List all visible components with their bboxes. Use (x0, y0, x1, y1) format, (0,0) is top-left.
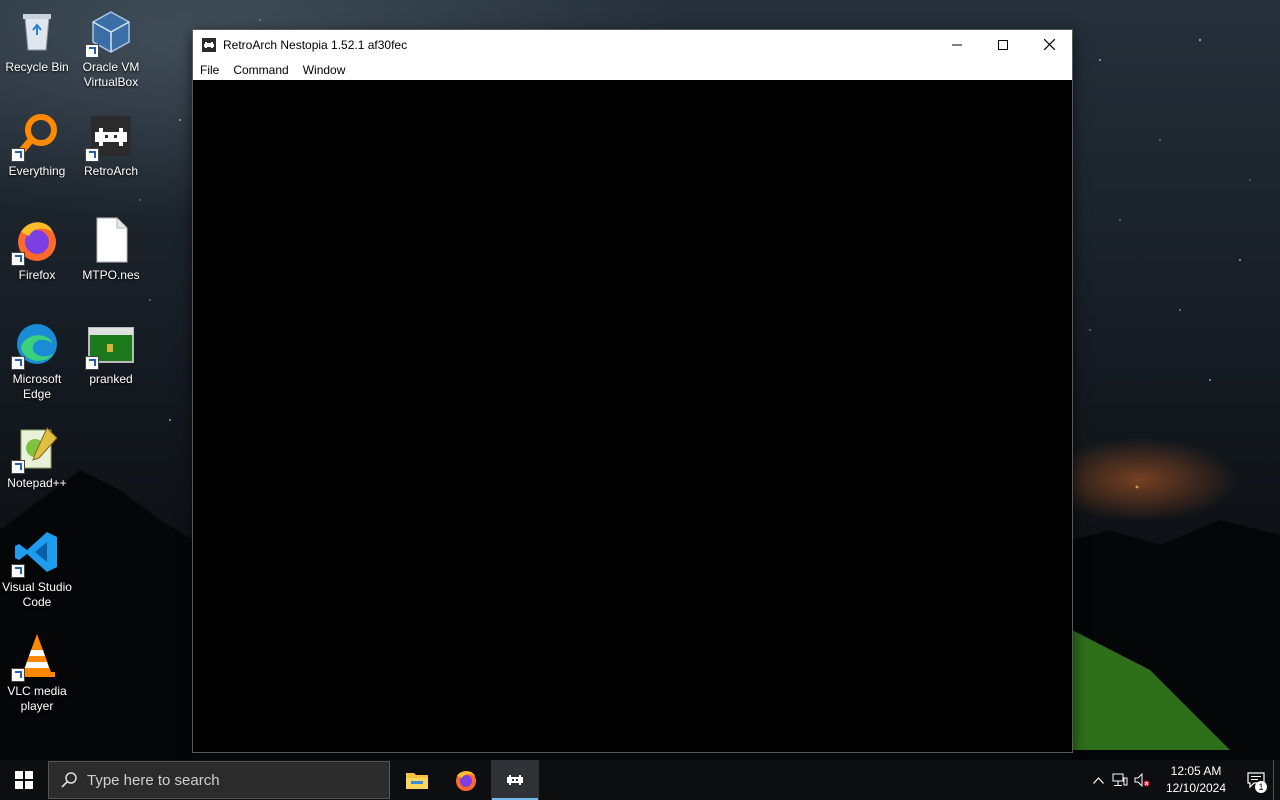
shortcut-arrow-icon (11, 356, 25, 370)
desktop-icon-label: RetroArch (83, 164, 139, 178)
virtualbox-icon (85, 8, 135, 58)
desktop-icon-virtualbox[interactable]: Oracle VM VirtualBox (74, 8, 148, 90)
retroarch-window[interactable]: RetroArch Nestopia 1.52.1 af30fec File C… (193, 30, 1072, 752)
shortcut-arrow-icon (85, 44, 99, 58)
edge-icon (11, 320, 61, 370)
notepad-plus-plus-icon (11, 424, 61, 474)
shortcut-arrow-icon (85, 148, 99, 162)
desktop-icon-label: Oracle VM VirtualBox (82, 60, 140, 89)
desktop-icon-label: MTPO.nes (82, 268, 140, 282)
clock-time: 12:05 AM (1170, 764, 1222, 778)
search-icon (61, 772, 77, 788)
desktop-icon-vlc[interactable]: VLC media player (0, 632, 74, 714)
desktop-icon-mtpo-nes[interactable]: MTPO.nes (74, 216, 148, 283)
minimize-icon (952, 44, 962, 45)
show-hidden-icons-button[interactable] (1087, 760, 1109, 800)
clock-date: 12/10/2024 (1165, 781, 1227, 795)
desktop-icon-label: Visual Studio Code (2, 580, 72, 609)
desktop-icon-retroarch[interactable]: RetroArch (74, 112, 148, 179)
shortcut-arrow-icon (85, 356, 99, 370)
emulator-viewport[interactable] (193, 80, 1072, 752)
firefox-icon (456, 771, 476, 791)
maximize-icon (998, 39, 1008, 50)
desktop-icon-vscode[interactable]: Visual Studio Code (0, 528, 74, 610)
taskbar-file-explorer[interactable] (393, 760, 441, 800)
desktop-icon-label: pranked (89, 372, 133, 386)
action-center-button[interactable]: 1 (1239, 760, 1273, 800)
retroarch-icon (202, 37, 216, 52)
taskbar-clock[interactable]: 12:05 AM 12/10/2024 (1157, 763, 1235, 797)
system-tray: 12:05 AM 12/10/2024 1 (1087, 760, 1280, 800)
desktop-icon-label: Notepad++ (7, 476, 67, 490)
window-titlebar[interactable]: RetroArch Nestopia 1.52.1 af30fec (193, 30, 1072, 59)
shortcut-arrow-icon (11, 148, 25, 162)
desktop-icon-label: VLC media player (7, 684, 67, 713)
minimize-button[interactable] (934, 30, 980, 59)
menu-file[interactable]: File (193, 63, 226, 77)
windows-logo-icon (15, 771, 33, 789)
desktop-icon-recycle-bin[interactable]: Recycle Bin (0, 8, 74, 75)
close-icon (1043, 39, 1055, 50)
chevron-up-icon (1092, 776, 1104, 784)
window-menubar: File Command Window (193, 59, 1072, 80)
desktop-icon-everything[interactable]: Everything (0, 112, 74, 179)
menu-command[interactable]: Command (226, 63, 295, 77)
desktop-icon-edge[interactable]: Microsoft Edge (0, 320, 74, 402)
shortcut-arrow-icon (11, 460, 25, 474)
recycle-bin-icon (13, 8, 61, 56)
retroarch-icon (85, 112, 135, 162)
window-title: RetroArch Nestopia 1.52.1 af30fec (223, 37, 408, 52)
everything-search-icon (11, 112, 61, 162)
desktop-icon-label: Recycle Bin (5, 60, 69, 74)
close-button[interactable] (1026, 30, 1072, 59)
search-placeholder: Type here to search (87, 771, 220, 789)
desktop-icon-firefox[interactable]: Firefox (0, 216, 74, 283)
taskbar: Type here to search 12:05 AM 12/10/2024 (0, 760, 1280, 800)
taskbar-search-box[interactable]: Type here to search (48, 761, 390, 799)
taskbar-retroarch[interactable] (491, 760, 539, 800)
taskbar-firefox[interactable] (442, 760, 490, 800)
retroarch-icon (507, 775, 523, 785)
shortcut-arrow-icon (11, 668, 25, 682)
desktop-icon-label: Firefox (18, 268, 56, 282)
firefox-icon (11, 216, 61, 266)
shortcut-arrow-icon (11, 252, 25, 266)
shortcut-arrow-icon (11, 564, 25, 578)
volume-tray-button[interactable] (1131, 760, 1153, 800)
show-desktop-button[interactable] (1273, 760, 1280, 800)
pranked-image-icon (85, 320, 135, 370)
desktop-icon-notepad-plus-plus[interactable]: Notepad++ (0, 424, 74, 491)
volume-muted-icon (1134, 773, 1150, 787)
desktop-icon-pranked[interactable]: pranked (74, 320, 148, 387)
maximize-button[interactable] (980, 30, 1026, 59)
menu-window[interactable]: Window (296, 63, 353, 77)
desktop-icon-label: Microsoft Edge (12, 372, 62, 401)
vscode-icon (11, 528, 61, 578)
start-button[interactable] (0, 760, 48, 800)
vlc-icon (11, 632, 61, 682)
file-explorer-icon (406, 773, 428, 789)
desktop-icon-label: Everything (8, 164, 66, 178)
network-tray-button[interactable] (1109, 760, 1131, 800)
file-icon (87, 216, 135, 264)
notification-count-badge: 1 (1255, 781, 1267, 793)
network-icon (1112, 773, 1128, 786)
